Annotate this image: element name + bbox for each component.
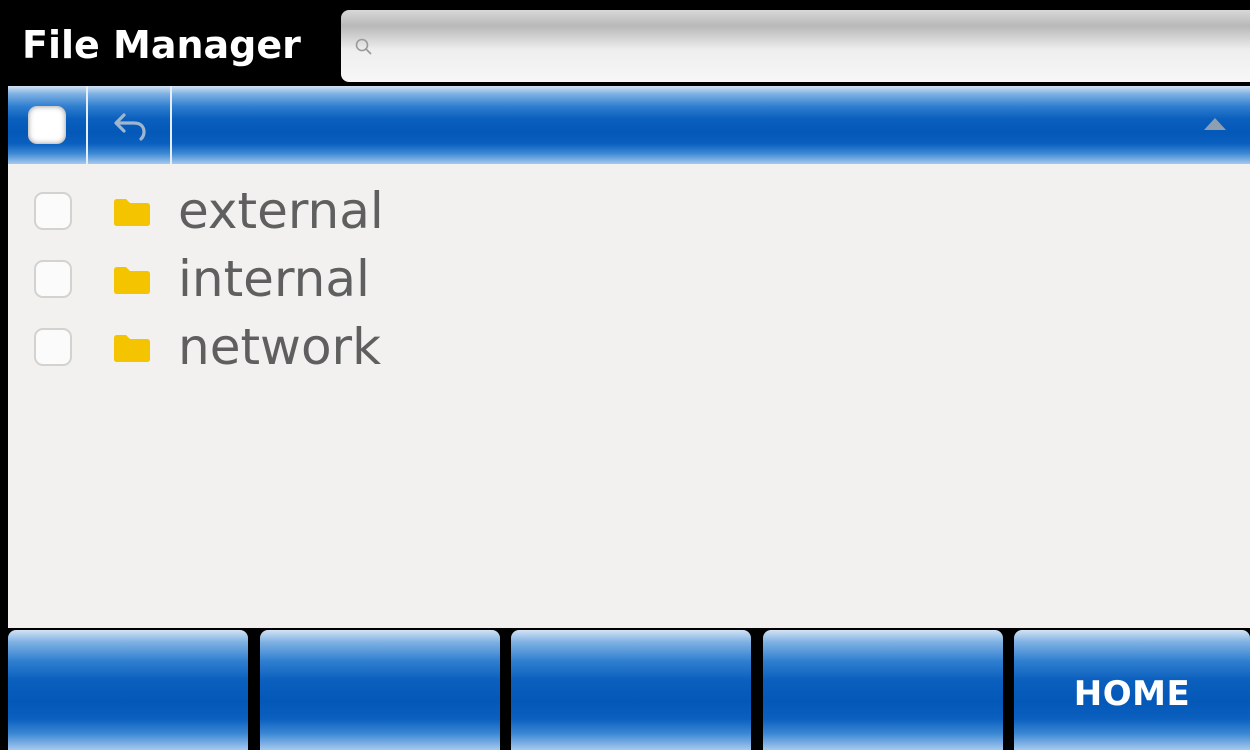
search-icon [355,38,372,55]
scroll-up-triangle-icon[interactable] [1202,116,1228,132]
folder-icon [114,199,150,226]
softkey-4[interactable] [763,630,1003,750]
list-item[interactable]: internal [8,242,1250,310]
home-button-label: HOME [1073,674,1191,714]
softkey-bar: HOME [8,630,1250,750]
softkey-3[interactable] [511,630,751,750]
file-list: external internal network [8,164,1250,628]
file-name: external [178,182,384,240]
back-button[interactable] [88,86,172,164]
row-checkbox[interactable] [34,260,72,298]
list-item[interactable]: network [8,310,1250,378]
title-bar: File Manager [8,8,1250,84]
select-all-checkbox[interactable] [28,106,66,144]
folder-icon [114,267,150,294]
app-title: File Manager [22,23,301,67]
search-input[interactable] [385,24,1235,68]
path-bar [8,86,1250,164]
list-item[interactable]: external [8,174,1250,242]
file-name: network [178,318,382,376]
softkey-2[interactable] [260,630,500,750]
select-all-cell[interactable] [8,86,88,164]
softkey-1[interactable] [8,630,248,750]
row-checkbox[interactable] [34,328,72,366]
folder-icon [114,335,150,362]
current-path-field [172,86,1250,164]
home-button[interactable]: HOME [1014,630,1250,750]
file-name: internal [178,250,370,308]
file-manager-screen: File Manager external internal network H… [8,8,1250,750]
row-checkbox[interactable] [34,192,72,230]
search-box[interactable] [341,10,1250,82]
back-arrow-icon [114,113,146,141]
